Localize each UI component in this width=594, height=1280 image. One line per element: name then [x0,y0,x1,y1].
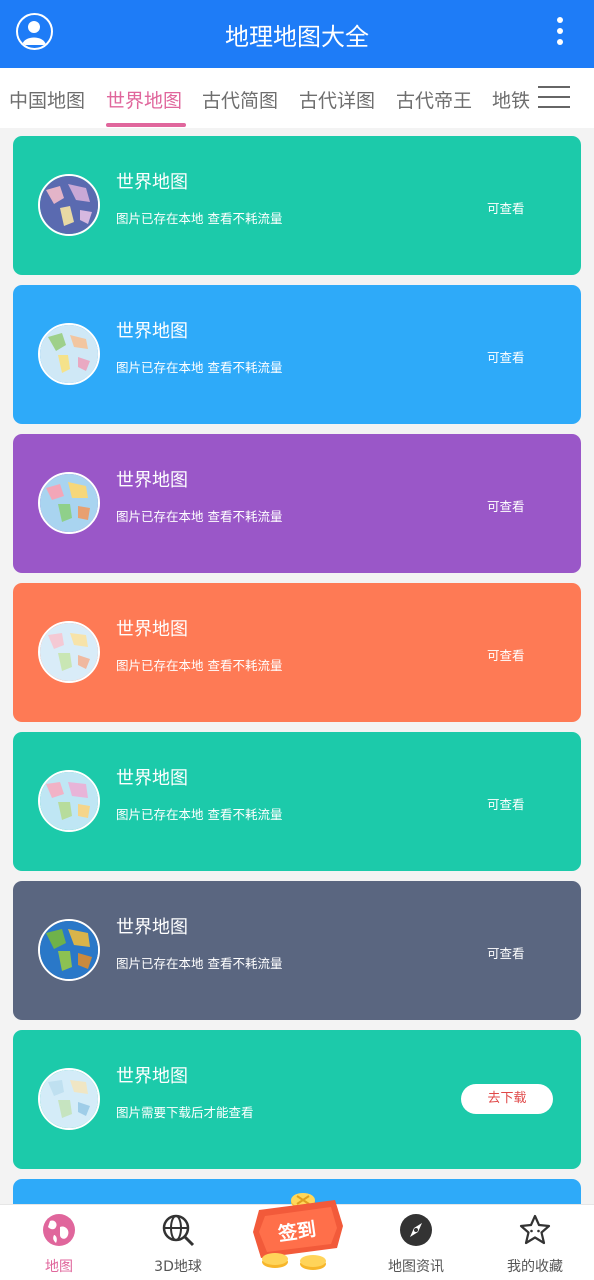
star-icon [518,1213,552,1247]
map-list: 世界地图 图片已存在本地 查看不耗流量 可查看 世界地图 图片已存在本地 查看不… [0,128,594,1204]
map-card[interactable]: 世界地图 图片已存在本地 查看不耗流量 可查看 [13,583,581,722]
nav-map[interactable]: 地图 [0,1205,118,1280]
page-title: 地理地图大全 [225,23,369,51]
card-title: 世界地图 [116,768,188,789]
nav-favorites-label: 我的收藏 [507,1259,563,1275]
tab-subway[interactable]: 地铁 [492,86,530,113]
map-card[interactable]: 世界地图 图片已存在本地 查看不耗流量 可查看 [13,881,581,1020]
card-description: 图片已存在本地 查看不耗流量 [116,956,283,971]
nav-3d-globe[interactable]: 3D地球 [119,1205,237,1280]
card-description: 图片已存在本地 查看不耗流量 [116,658,283,673]
signin-button[interactable]: 签到 [245,1190,349,1272]
card-description: 图片已存在本地 查看不耗流量 [116,807,283,822]
card-status: 可查看 [487,797,525,812]
card-description: 图片已存在本地 查看不耗流量 [116,360,283,375]
map-card[interactable]: 世界地图 图片已存在本地 查看不耗流量 可查看 [13,285,581,424]
card-title: 世界地图 [116,172,188,193]
tab-ancient-simple[interactable]: 古代简图 [202,86,278,113]
world-map-thumbnail-icon [38,174,100,236]
globe-icon [42,1213,76,1247]
active-tab-indicator [106,123,186,127]
card-status: 可查看 [487,201,525,216]
map-card[interactable]: 世界地图 图片已存在本地 查看不耗流量 可查看 [13,136,581,275]
hamburger-menu-icon[interactable] [538,86,570,110]
card-description: 图片已存在本地 查看不耗流量 [116,211,283,226]
card-description: 图片需要下载后才能查看 [116,1105,254,1120]
card-status: 可查看 [487,499,525,514]
compass-icon [399,1213,433,1247]
card-title: 世界地图 [116,321,188,342]
nav-3d-globe-label: 3D地球 [154,1259,202,1275]
card-status: 可查看 [487,648,525,663]
world-map-thumbnail-icon [38,323,100,385]
world-map-thumbnail-icon [38,621,100,683]
card-title: 世界地图 [116,1066,188,1087]
world-map-thumbnail-icon [38,770,100,832]
card-title: 世界地图 [116,470,188,491]
tab-ancient-detail[interactable]: 古代详图 [299,86,375,113]
tab-world-map[interactable]: 世界地图 [106,86,182,113]
map-card[interactable]: 世界地图 图片已存在本地 查看不耗流量 可查看 [13,434,581,573]
nav-map-news[interactable]: 地图资讯 [357,1205,475,1280]
card-title: 世界地图 [116,619,188,640]
tab-ancient-emperors[interactable]: 古代帝王 [396,86,472,113]
map-card[interactable]: 世界地图 图片需要下载后才能查看 去下载 [13,1030,581,1169]
app-header: 地理地图大全 [0,0,594,68]
more-vertical-icon[interactable] [552,15,568,47]
card-status: 可查看 [487,350,525,365]
card-title: 世界地图 [116,917,188,938]
card-description: 图片已存在本地 查看不耗流量 [116,509,283,524]
world-map-thumbnail-icon [38,472,100,534]
tab-china-map[interactable]: 中国地图 [9,86,85,113]
category-tabs: 中国地图 世界地图 古代简图 古代详图 古代帝王 地铁 [0,68,594,128]
world-map-thumbnail-icon [38,1068,100,1130]
globe-search-icon [161,1213,195,1247]
world-map-thumbnail-icon [38,919,100,981]
map-card[interactable]: 世界地图 图片已存在本地 查看不耗流量 可查看 [13,732,581,871]
nav-map-label: 地图 [45,1259,73,1275]
nav-map-news-label: 地图资讯 [388,1259,444,1275]
nav-favorites[interactable]: 我的收藏 [476,1205,594,1280]
card-status: 可查看 [487,946,525,961]
download-button[interactable]: 去下载 [461,1084,553,1114]
